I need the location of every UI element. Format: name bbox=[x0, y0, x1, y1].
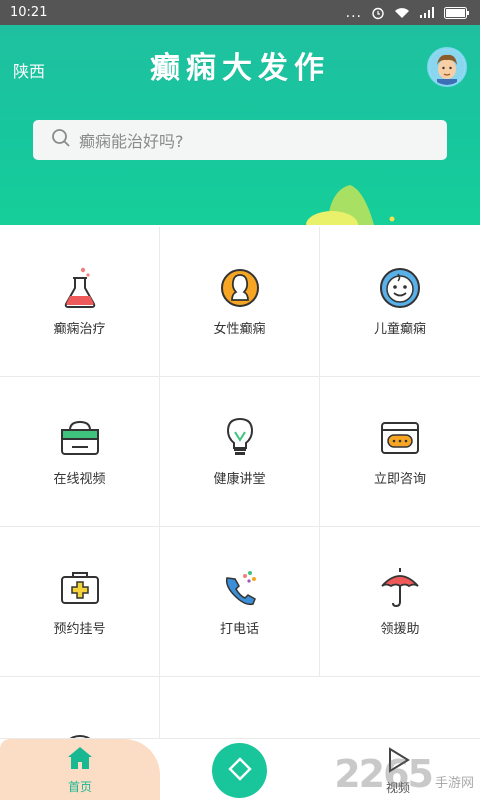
status-icons: ... bbox=[346, 5, 470, 21]
phone-icon bbox=[218, 566, 262, 610]
flask-icon bbox=[58, 266, 102, 310]
home-icon bbox=[67, 746, 93, 774]
feature-grid: 癫痫治疗 女性癫痫 儿童癫痫 在线视频 健康讲堂 立即咨询 预约挂号 打电话 领… bbox=[0, 227, 480, 800]
grid-item-online-video[interactable]: 在线视频 bbox=[0, 377, 160, 527]
wifi-icon bbox=[394, 7, 410, 19]
grid-item-label: 女性癫痫 bbox=[213, 322, 266, 337]
grid-item-female[interactable]: 女性癫痫 bbox=[160, 227, 320, 377]
grid-item-label: 在线视频 bbox=[53, 472, 106, 487]
notification-dots-icon: ... bbox=[345, 4, 362, 21]
grid-item-health-lecture[interactable]: 健康讲堂 bbox=[160, 377, 320, 527]
header-banner: 陕西 癫痫大发作 癫痫能治好吗? bbox=[0, 25, 480, 225]
grid-item-label: 领援助 bbox=[380, 622, 420, 637]
nav-home-tab[interactable]: 首页 bbox=[0, 739, 160, 800]
grid-item-child[interactable]: 儿童癫痫 bbox=[320, 227, 480, 377]
diamond-icon bbox=[227, 756, 253, 786]
bottom-nav: 首页 视频 2265 手游网 bbox=[0, 738, 480, 800]
umbrella-icon bbox=[378, 566, 422, 610]
alarm-icon bbox=[371, 6, 385, 20]
grid-item-appointment[interactable]: 预约挂号 bbox=[0, 527, 160, 677]
search-placeholder: 癫痫能治好吗? bbox=[79, 132, 184, 151]
grid-item-label: 预约挂号 bbox=[53, 622, 106, 637]
nav-center-button[interactable] bbox=[212, 743, 267, 798]
grid-item-label: 立即咨询 bbox=[373, 472, 426, 487]
watermark: 2265 手游网 bbox=[334, 752, 474, 796]
grid-item-label: 儿童癫痫 bbox=[373, 322, 426, 337]
status-bar: 10:21 ... bbox=[0, 0, 480, 25]
status-time: 10:21 bbox=[10, 5, 48, 20]
grid-item-consult[interactable]: 立即咨询 bbox=[320, 377, 480, 527]
watermark-text: 手游网 bbox=[434, 776, 474, 791]
grid-item-treatment[interactable]: 癫痫治疗 bbox=[0, 227, 160, 377]
page-title: 癫痫大发作 bbox=[150, 51, 330, 86]
battery-icon bbox=[444, 6, 470, 19]
video-bag-icon bbox=[58, 416, 102, 460]
female-icon bbox=[218, 266, 262, 310]
grid-item-call[interactable]: 打电话 bbox=[160, 527, 320, 677]
user-avatar-icon bbox=[429, 49, 465, 85]
lightbulb-icon bbox=[218, 416, 262, 460]
signal-icon bbox=[419, 6, 435, 19]
first-aid-kit-icon bbox=[58, 566, 102, 610]
search-icon bbox=[51, 128, 71, 152]
watermark-number: 2265 bbox=[334, 752, 434, 796]
avatar[interactable] bbox=[427, 47, 467, 87]
grid-item-label: 打电话 bbox=[219, 622, 259, 637]
child-face-icon bbox=[378, 266, 422, 310]
grid-item-label: 健康讲堂 bbox=[213, 472, 266, 487]
decorative-hills-icon bbox=[306, 185, 395, 225]
nav-home-label: 首页 bbox=[67, 779, 92, 794]
grid-item-label: 癫痫治疗 bbox=[53, 322, 106, 337]
chat-window-icon bbox=[378, 416, 422, 460]
search-input[interactable]: 癫痫能治好吗? bbox=[33, 120, 447, 160]
grid-item-aid[interactable]: 领援助 bbox=[320, 527, 480, 677]
